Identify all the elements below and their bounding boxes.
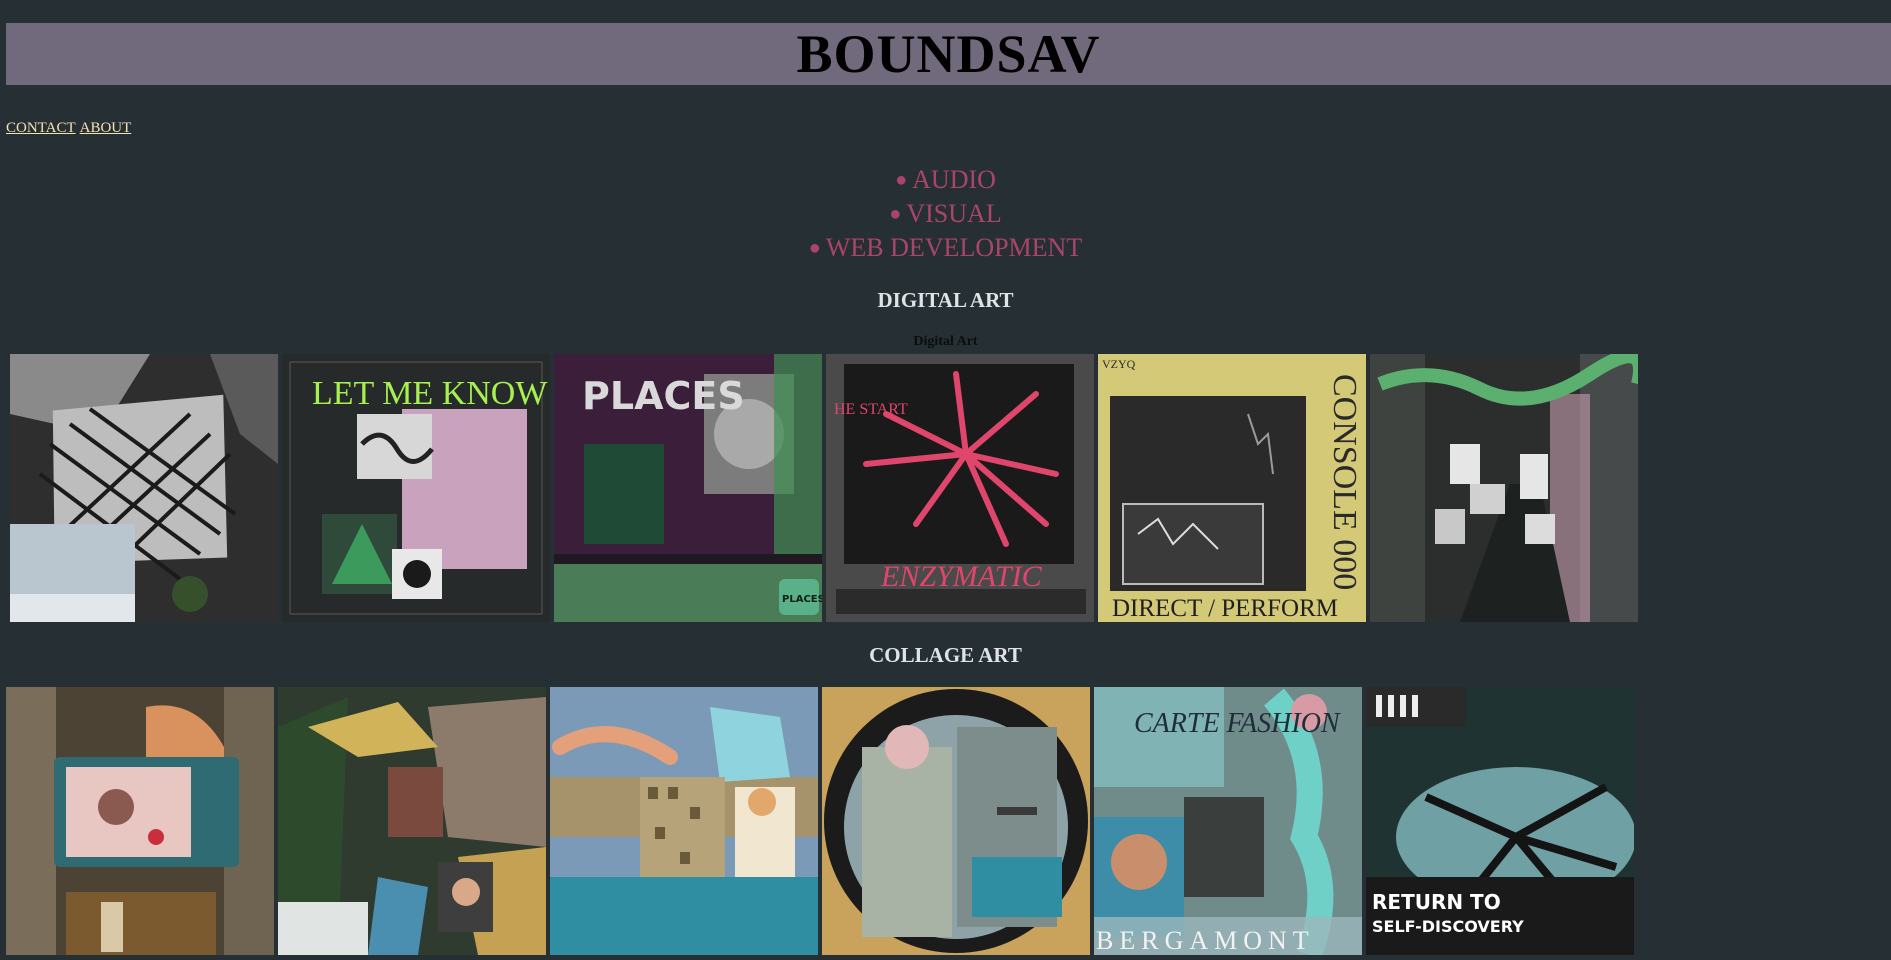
artwork-image <box>822 687 1090 955</box>
tile-text: ENZYMATIC <box>880 560 1043 593</box>
tile-sub: SELF-DISCOVERY <box>1372 917 1524 936</box>
digital-art-tile-6[interactable] <box>1370 354 1638 622</box>
services-list: AUDIO VISUAL WEB DEVELOPMENT <box>0 164 1891 266</box>
artwork-image <box>550 687 818 955</box>
tile-text: CONSOLE 000 <box>1326 374 1363 590</box>
tile-corner: VZYQ <box>1102 357 1136 371</box>
service-item-audio[interactable]: AUDIO <box>0 164 1891 198</box>
top-nav: CONTACT ABOUT <box>6 120 135 137</box>
collage-art-heading: COLLAGE ART <box>869 643 1022 667</box>
site-banner: BOUNDSAV <box>6 23 1891 85</box>
collage-art-tile-4[interactable] <box>822 687 1090 955</box>
nav-about-link[interactable]: ABOUT <box>80 120 132 136</box>
tile-sub: CARTE FASHION <box>1134 708 1341 739</box>
collage-art-tile-1[interactable] <box>6 687 274 955</box>
site-title: BOUNDSAV <box>796 24 1101 84</box>
collage-art-tile-3[interactable] <box>550 687 818 955</box>
service-item-visual[interactable]: VISUAL <box>0 198 1891 232</box>
tile-text: PLACES <box>582 374 745 418</box>
digital-art-caption: Digital Art <box>913 334 978 349</box>
digital-art-tile-1[interactable] <box>10 354 278 622</box>
artwork-image <box>278 687 546 955</box>
artwork-image: PLACES PLACES <box>554 354 822 622</box>
artwork-image: HE START ENZYMATIC <box>826 354 1094 622</box>
tile-text: LET ME KNOW <box>312 375 548 412</box>
digital-art-heading: DIGITAL ART <box>877 288 1014 312</box>
artwork-image <box>10 354 278 622</box>
tile-text: RETURN TO <box>1372 890 1501 914</box>
collage-art-tile-2[interactable] <box>278 687 546 955</box>
tile-sub: HE START <box>834 401 908 418</box>
collage-art-tile-5[interactable]: CARTE FASHION BERGAMONT <box>1094 687 1362 955</box>
digital-art-tile-5[interactable]: VZYQ CONSOLE 000 DIRECT / PERFORM <box>1098 354 1366 622</box>
nav-contact-link[interactable]: CONTACT <box>6 120 76 136</box>
artwork-image <box>6 687 274 955</box>
digital-art-tile-4[interactable]: HE START ENZYMATIC <box>826 354 1094 622</box>
artwork-image: RETURN TO SELF-DISCOVERY <box>1366 687 1634 955</box>
artwork-image <box>1370 354 1638 622</box>
digital-art-tile-3[interactable]: PLACES PLACES <box>554 354 822 622</box>
service-item-web-development[interactable]: WEB DEVELOPMENT <box>0 232 1891 266</box>
collage-art-tile-6[interactable]: RETURN TO SELF-DISCOVERY <box>1366 687 1634 955</box>
artwork-image: LET ME KNOW <box>282 354 550 622</box>
tile-badge: PLACES <box>782 594 822 605</box>
artwork-image: VZYQ CONSOLE 000 DIRECT / PERFORM <box>1098 354 1366 622</box>
tile-text: BERGAMONT <box>1096 926 1315 955</box>
digital-art-tile-2[interactable]: LET ME KNOW <box>282 354 550 622</box>
artwork-image: CARTE FASHION BERGAMONT <box>1094 687 1362 955</box>
tile-sub: DIRECT / PERFORM <box>1112 595 1338 622</box>
